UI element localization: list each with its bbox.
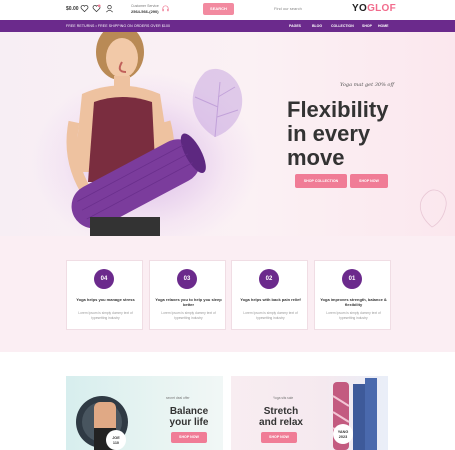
promo-title-line: Stretch [263, 406, 299, 417]
customer-service: Customer Service 2564-566-(290) [131, 4, 159, 14]
hero-banner: Yoga mat get 30% off Flexibility in ever… [0, 32, 455, 236]
logo-suffix: GLOF [367, 3, 397, 14]
nav-item-pages[interactable]: PAGES [289, 24, 301, 28]
support-label: Customer Service [131, 4, 159, 8]
hero-title: Flexibility in every move [287, 98, 437, 170]
promo-title: Balance your life [156, 406, 222, 428]
feature-title: Yoga helps with back pain relief [240, 297, 301, 302]
shop-collection-button[interactable]: SHOP COLLECTION [295, 174, 347, 188]
feature-number: 03 [177, 269, 197, 289]
hero-title-line: in every [287, 121, 371, 146]
shop-now-button[interactable]: SHOP NOW [350, 174, 388, 188]
hero-tagline: Yoga mat get 30% off [340, 82, 394, 88]
promo-subtitle: secret deal offer [166, 396, 190, 400]
feature-card: 04 Yoga helps you manage stress Lorem Ip… [66, 260, 143, 330]
feature-card: 03 Yoga relaxes you to help you sleep be… [149, 260, 226, 330]
promo-shop-now-button[interactable]: SHOP NOW [171, 432, 207, 443]
promo-card-balance[interactable]: JOE 110 secret deal offer Balance your l… [66, 376, 223, 450]
feature-title: Yoga improves strength, balance & flexib… [320, 297, 387, 307]
feature-card: 01 Yoga improves strength, balance & fle… [314, 260, 391, 330]
promo-title-line: Balance [169, 406, 209, 417]
headphones-icon [162, 5, 169, 12]
feature-text: Lorem Ipsum is simply dummy text of type… [243, 311, 298, 320]
promo-title-line: your life [169, 417, 209, 428]
nav-item-shop[interactable]: SHOP [362, 24, 372, 28]
promo-shop-now-button[interactable]: SHOP NOW [261, 432, 297, 443]
flower-outline-icon [419, 189, 447, 228]
user-icon[interactable] [105, 4, 114, 13]
promo-badge-line: 110 [112, 440, 120, 445]
feature-text: Lorem Ipsum is simply dummy text of type… [78, 311, 133, 320]
feature-card: 02 Yoga helps with back pain relief Lore… [231, 260, 308, 330]
nav-item-home[interactable]: HOME [378, 24, 389, 28]
features-section: 04 Yoga helps you manage stress Lorem Ip… [0, 236, 455, 352]
feature-text: Lorem Ipsum is simply dummy text of type… [326, 311, 381, 320]
promo-subtitle: Yoga sits sale [273, 396, 294, 400]
promo-badge: JOE 110 [106, 430, 126, 450]
promo-card-stretch[interactable]: Yoga sits sale Stretch and relax SHOP NO… [231, 376, 388, 450]
promo-badge-line: 2023 [338, 434, 348, 439]
promo-stretch-image [332, 378, 377, 450]
feature-title: Yoga relaxes you to help you sleep bette… [155, 297, 222, 307]
promo-section: JOE 110 secret deal offer Balance your l… [0, 352, 455, 450]
hero-title-line: Flexibility [287, 97, 389, 122]
main-nav: FREE RETURNS • FREE SHIPPING ON ORDERS O… [0, 20, 455, 32]
promo-title: Stretch and relax [251, 406, 311, 428]
search-button[interactable]: SEARCH [203, 3, 234, 15]
feature-number: 02 [259, 269, 279, 289]
wishlist-icon[interactable] [80, 4, 89, 13]
search-input[interactable]: Find our search [274, 6, 302, 11]
top-header: $0.00 Customer Service 2564-566-(290) SE… [0, 0, 455, 20]
yoga-woman-image [66, 32, 206, 236]
nav-item-collection[interactable]: COLLECTION [331, 24, 354, 28]
logo[interactable]: YOGLOF [352, 3, 396, 14]
hero-title-line: move [287, 145, 345, 170]
feature-number: 01 [342, 269, 362, 289]
feature-title: Yoga helps you manage stress [76, 297, 135, 302]
support-phone[interactable]: 2564-566-(290) [131, 9, 159, 14]
feature-number: 04 [94, 269, 114, 289]
cart-total[interactable]: $0.00 [66, 6, 79, 12]
feature-text: Lorem Ipsum is simply dummy text of type… [161, 311, 216, 320]
promo-badge: YANG 2023 [333, 424, 353, 444]
logo-prefix: YO [352, 3, 368, 14]
nav-promo-text: FREE RETURNS • FREE SHIPPING ON ORDERS O… [66, 24, 171, 28]
heart-badge-icon[interactable] [92, 4, 101, 13]
promo-title-line: and relax [259, 417, 303, 428]
nav-item-blog[interactable]: BLOG [312, 24, 322, 28]
